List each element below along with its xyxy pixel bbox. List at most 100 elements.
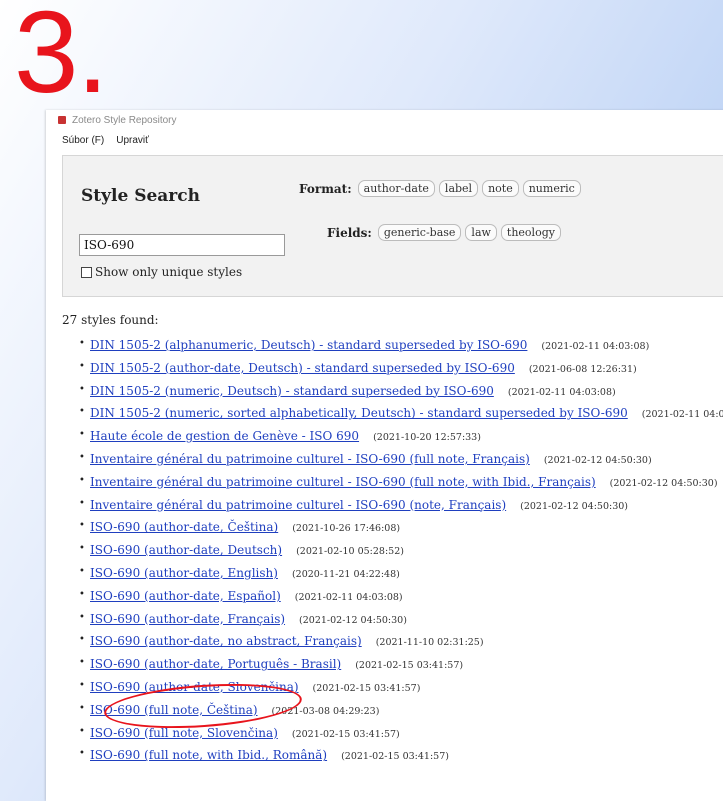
style-link[interactable]: ISO-690 (author-date, Deutsch)	[90, 543, 282, 557]
app-icon	[58, 116, 66, 124]
style-link[interactable]: Inventaire général du patrimoine culture…	[90, 498, 506, 512]
style-result-item: • DIN 1505-2 (numeric, Deutsch) - standar…	[79, 384, 723, 407]
style-timestamp: (2020-11-21 04:22:48)	[291, 568, 400, 580]
style-timestamp: (2021-02-15 03:41:57)	[312, 682, 421, 694]
unique-styles-option[interactable]: Show only unique styles	[81, 265, 242, 279]
style-result-item: • ISO-690 (author-date, Čeština) (2021-10-…	[79, 520, 723, 543]
results-count: 27 styles found:	[62, 313, 159, 327]
window-titlebar: Zotero Style Repository	[46, 110, 723, 130]
style-link[interactable]: DIN 1505-2 (author-date, Deutsch) - stan…	[90, 361, 515, 375]
style-result-item: • ISO-690 (author-date, Slovenčina) (2021-…	[79, 680, 723, 703]
format-tag-note[interactable]: note	[482, 180, 519, 197]
style-timestamp: (2021-02-15 03:41:57)	[341, 751, 449, 763]
bullet-icon: •	[79, 588, 85, 600]
style-result-item: • Inventaire général du patrimoine cultur…	[79, 475, 723, 498]
style-timestamp: (2021-02-12 04:50:30)	[543, 454, 652, 466]
bullet-icon: •	[79, 634, 85, 646]
bullet-icon: •	[79, 383, 85, 395]
format-filter: Format: author-date label note numeric	[299, 180, 581, 197]
style-link[interactable]: Inventaire général du patrimoine culture…	[90, 452, 530, 466]
bullet-icon: •	[79, 748, 85, 760]
menu-file[interactable]: Súbor (F)	[62, 135, 104, 146]
style-link[interactable]: ISO-690 (full note, Čeština)	[90, 703, 258, 717]
bullet-icon: •	[79, 679, 85, 691]
bullet-icon: •	[79, 657, 85, 669]
style-result-item: • ISO-690 (author-date, Deutsch) (2021-02-…	[79, 543, 723, 566]
bullet-icon: •	[79, 497, 85, 509]
style-result-item: • ISO-690 (author-date, no abstract, Fran…	[79, 634, 723, 657]
bullet-icon: •	[79, 429, 85, 441]
results-list: • DIN 1505-2 (alphanumeric, Deutsch) - st…	[79, 338, 723, 771]
style-result-item: • ISO-690 (author-date, Português - Brasi…	[79, 657, 723, 680]
style-timestamp: (2021-10-26 17:46:08)	[292, 523, 401, 535]
format-tag-author-date[interactable]: author-date	[357, 180, 435, 197]
bullet-icon: •	[79, 565, 85, 577]
style-result-item: • ISO-690 (author-date, English) (2020-11-…	[79, 566, 723, 589]
bullet-icon: •	[79, 611, 85, 623]
bullet-icon: •	[79, 338, 85, 349]
style-link[interactable]: ISO-690 (author-date, Português - Brasil…	[90, 657, 341, 671]
style-link[interactable]: DIN 1505-2 (alphanumeric, Deutsch) - sta…	[90, 338, 527, 352]
style-timestamp: (2021-02-15 03:41:57)	[355, 660, 464, 672]
style-link[interactable]: ISO-690 (author-date, Slovenčina)	[90, 680, 299, 694]
menu-bar: Súbor (F) Upraviť	[46, 130, 723, 150]
step-number-annotation: 3.	[14, 0, 109, 117]
format-label: Format:	[299, 181, 352, 196]
fields-filter: Fields: generic-base law theology	[327, 224, 561, 241]
style-timestamp: (2021-10-20 12:57:33)	[373, 432, 481, 444]
bullet-icon: •	[79, 451, 85, 463]
style-result-item: • ISO-690 (author-date, Français) (2021-02…	[79, 612, 723, 635]
style-link[interactable]: Inventaire général du patrimoine culture…	[90, 475, 596, 489]
field-tag-theology[interactable]: theology	[500, 224, 561, 241]
field-tag-law[interactable]: law	[465, 224, 497, 241]
style-link[interactable]: ISO-690 (author-date, no abstract, Franç…	[90, 634, 362, 648]
bullet-icon: •	[79, 474, 85, 486]
style-timestamp: (2021-02-10 05:28:52)	[296, 546, 404, 558]
style-link[interactable]: ISO-690 (author-date, English)	[90, 566, 278, 580]
style-timestamp: (2021-02-15 03:41:57)	[291, 728, 400, 740]
search-input[interactable]	[79, 234, 285, 256]
unique-styles-checkbox[interactable]	[81, 266, 92, 278]
style-result-item: • ISO-690 (full note, Slovenčina) (2021-02…	[79, 726, 723, 749]
bullet-icon: •	[79, 543, 85, 555]
style-timestamp: (2021-11-10 02:31:25)	[375, 637, 484, 649]
format-tag-numeric[interactable]: numeric	[522, 180, 581, 197]
style-timestamp: (2021-03-08 04:29:23)	[271, 705, 380, 717]
bullet-icon: •	[79, 520, 85, 532]
style-link[interactable]: ISO-690 (author-date, Čeština)	[90, 520, 278, 534]
style-result-item: • ISO-690 (full note, with Ibid., Română)…	[79, 748, 723, 771]
style-result-item: • DIN 1505-2 (numeric, sorted alphabetica…	[79, 406, 723, 429]
style-link[interactable]: DIN 1505-2 (numeric, sorted alphabetical…	[90, 406, 628, 420]
menu-edit[interactable]: Upraviť	[116, 135, 149, 146]
style-result-item: • Haute école de gestion de Genève - ISO …	[79, 429, 723, 452]
bullet-icon: •	[79, 725, 85, 737]
style-result-item: • DIN 1505-2 (author-date, Deutsch) - sta…	[79, 361, 723, 384]
style-timestamp: (2021-02-12 04:50:30)	[299, 614, 407, 626]
style-result-item: • Inventaire général du patrimoine cultur…	[79, 452, 723, 475]
bullet-icon: •	[79, 702, 85, 714]
style-timestamp: (2021-02-12 04:50:30)	[520, 500, 629, 512]
search-title: Style Search	[81, 186, 200, 206]
unique-styles-label: Show only unique styles	[95, 265, 243, 279]
style-link[interactable]: ISO-690 (author-date, Español)	[90, 589, 281, 603]
style-link[interactable]: DIN 1505-2 (numeric, Deutsch) - standard…	[90, 384, 494, 398]
style-result-item: • Inventaire général du patrimoine cultur…	[79, 498, 723, 521]
style-link[interactable]: ISO-690 (author-date, Français)	[90, 612, 285, 626]
app-window: Zotero Style Repository Súbor (F) Upravi…	[46, 110, 723, 801]
style-timestamp: (2021-02-11 04:03:08)	[507, 386, 616, 398]
style-timestamp: (2021-02-11 04:03:08)	[541, 341, 650, 352]
style-result-item: • DIN 1505-2 (alphanumeric, Deutsch) - st…	[79, 338, 723, 361]
style-timestamp: (2021-02-11 04:03:08)	[641, 409, 723, 421]
bullet-icon: •	[79, 360, 85, 372]
style-link[interactable]: ISO-690 (full note, Slovenčina)	[90, 726, 278, 740]
format-tag-label[interactable]: label	[438, 180, 479, 197]
style-link[interactable]: Haute école de gestion de Genève - ISO 6…	[90, 429, 359, 443]
style-result-item: • ISO-690 (full note, Čeština) (2021-03-08…	[79, 703, 723, 726]
style-result-item: • ISO-690 (author-date, Español) (2021-02-…	[79, 589, 723, 612]
fields-label: Fields:	[327, 225, 372, 240]
bullet-icon: •	[79, 406, 85, 418]
style-search-panel: Style Search Show only unique styles For…	[62, 155, 723, 297]
style-link[interactable]: ISO-690 (full note, with Ibid., Română)	[90, 748, 327, 762]
field-tag-generic-base[interactable]: generic-base	[377, 224, 462, 241]
style-timestamp: (2021-06-08 12:26:31)	[528, 363, 637, 375]
